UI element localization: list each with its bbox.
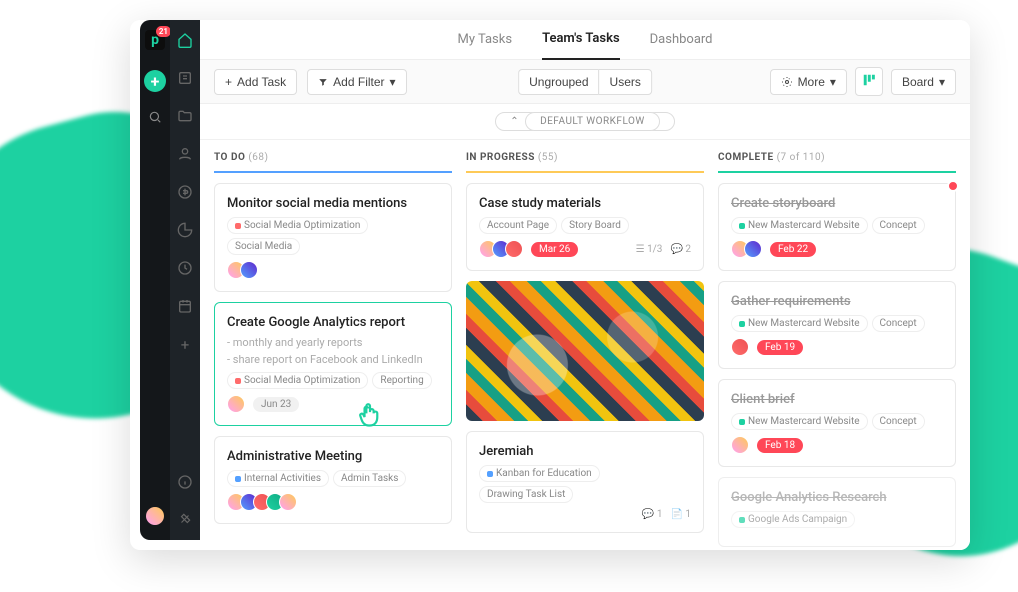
assignees xyxy=(731,436,749,454)
people-icon[interactable] xyxy=(177,146,193,166)
assignees xyxy=(731,240,762,258)
assignees xyxy=(479,240,523,258)
checklist-icon: ☰ 1/3 xyxy=(636,244,663,255)
tag: New Mastercard Website xyxy=(731,413,868,430)
col-title: COMPLETE xyxy=(718,152,774,163)
user-avatar[interactable] xyxy=(146,507,164,525)
col-count: (7 of 110) xyxy=(777,152,826,163)
projects-icon[interactable] xyxy=(177,70,193,90)
tag: Social Media xyxy=(227,238,300,255)
assignees xyxy=(227,261,258,279)
app-window: My Tasks Team's Tasks Dashboard +Add Tas… xyxy=(130,20,970,550)
home-icon[interactable] xyxy=(177,32,193,52)
tag: Concept xyxy=(872,413,925,430)
task-card[interactable]: Gather requirements New Mastercard Websi… xyxy=(718,281,956,369)
add-nav-icon[interactable]: + xyxy=(181,336,190,354)
task-card[interactable]: Google Analytics Research Google Ads Cam… xyxy=(718,477,956,547)
card-title: Administrative Meeting xyxy=(227,449,439,464)
assignees xyxy=(227,395,245,413)
clock-icon[interactable] xyxy=(177,260,193,280)
board-view-icon[interactable] xyxy=(855,67,883,96)
card-title: Gather requirements xyxy=(731,294,943,309)
card-subtitle: - monthly and yearly reports xyxy=(227,336,439,349)
comment-icon: 💬 1 xyxy=(642,509,663,520)
nav-sidebar: + xyxy=(170,20,200,540)
tag: Social Media Optimization xyxy=(227,217,368,234)
tag: Social Media Optimization xyxy=(227,372,368,389)
due-date: Feb 22 xyxy=(770,242,816,257)
due-date: Mar 26 xyxy=(531,242,578,257)
task-card[interactable]: Client brief New Mastercard Website Conc… xyxy=(718,379,956,467)
tag: Story Board xyxy=(561,217,629,234)
task-card[interactable]: Create Google Analytics report - monthly… xyxy=(214,302,452,426)
chart-icon[interactable] xyxy=(177,222,193,242)
tag: Concept xyxy=(872,315,925,332)
col-title: IN PROGRESS xyxy=(466,152,535,163)
task-image-card[interactable] xyxy=(466,281,704,421)
folder-icon[interactable] xyxy=(177,108,193,128)
tab-dashboard[interactable]: Dashboard xyxy=(650,20,713,60)
due-date: Feb 19 xyxy=(757,340,803,355)
task-card[interactable]: Administrative Meeting Internal Activiti… xyxy=(214,436,452,524)
tag: Drawing Task List xyxy=(479,486,573,503)
tag: Admin Tasks xyxy=(333,470,406,487)
comment-icon: 💬 2 xyxy=(670,244,691,255)
notification-badge: 21 xyxy=(156,26,171,37)
due-date: Jun 23 xyxy=(253,397,299,412)
card-title: Jeremiah xyxy=(479,444,691,459)
search-icon[interactable] xyxy=(148,110,162,128)
alert-badge xyxy=(947,180,959,192)
workflow-selector[interactable]: ⌃ DEFAULT WORKFLOW xyxy=(495,112,675,131)
card-title: Monitor social media mentions xyxy=(227,196,439,211)
tag: Concept xyxy=(872,217,925,234)
more-button[interactable]: More▾ xyxy=(770,69,847,95)
kanban-board: TO DO (68) Monitor social media mentions… xyxy=(200,140,970,550)
card-title: Create storyboard xyxy=(731,196,943,211)
add-filter-button[interactable]: Add Filter▾ xyxy=(307,69,406,95)
users-button[interactable]: Users xyxy=(599,69,652,95)
primary-sidebar: p 21 + xyxy=(140,20,170,540)
main-tabs: My Tasks Team's Tasks Dashboard xyxy=(200,20,970,60)
column-todo: TO DO (68) Monitor social media mentions… xyxy=(214,152,452,550)
task-card[interactable]: Case study materials Account Page Story … xyxy=(466,183,704,271)
ungrouped-button[interactable]: Ungrouped xyxy=(518,69,598,95)
tab-teams-tasks[interactable]: Team's Tasks xyxy=(542,20,620,60)
assignees xyxy=(731,338,749,356)
info-icon[interactable] xyxy=(177,474,193,494)
money-icon[interactable] xyxy=(177,184,193,204)
app-logo[interactable]: p 21 xyxy=(145,30,165,50)
column-complete: COMPLETE (7 of 110) Create storyboard Ne… xyxy=(718,152,956,550)
tag: New Mastercard Website xyxy=(731,315,868,332)
tag: Google Ads Campaign xyxy=(731,511,855,528)
col-count: (55) xyxy=(538,152,558,163)
add-button[interactable]: + xyxy=(144,70,166,92)
tag: Internal Activities xyxy=(227,470,329,487)
tag: New Mastercard Website xyxy=(731,217,868,234)
tag: Account Page xyxy=(479,217,557,234)
tab-my-tasks[interactable]: My Tasks xyxy=(457,20,512,60)
col-title: TO DO xyxy=(214,152,245,163)
tag: Reporting xyxy=(372,372,431,389)
card-title: Client brief xyxy=(731,392,943,407)
board-button[interactable]: Board▾ xyxy=(891,69,956,95)
card-title: Create Google Analytics report xyxy=(227,315,439,330)
task-card[interactable]: Jeremiah Kanban for Education Drawing Ta… xyxy=(466,431,704,533)
card-subtitle: - share report on Facebook and LinkedIn xyxy=(227,353,439,366)
card-title: Case study materials xyxy=(479,196,691,211)
add-task-button[interactable]: +Add Task xyxy=(214,69,297,95)
assignees xyxy=(227,493,297,511)
card-title: Google Analytics Research xyxy=(731,490,943,505)
task-card[interactable]: Monitor social media mentions Social Med… xyxy=(214,183,452,292)
calendar-icon[interactable] xyxy=(177,298,193,318)
col-count: (68) xyxy=(248,152,268,163)
toolbar: +Add Task Add Filter▾ Ungrouped Users Mo… xyxy=(200,60,970,104)
task-card[interactable]: Create storyboard New Mastercard Website… xyxy=(718,183,956,271)
due-date: Feb 18 xyxy=(757,438,803,453)
column-progress: IN PROGRESS (55) Case study materials Ac… xyxy=(466,152,704,550)
settings-icon[interactable] xyxy=(178,512,192,530)
tag: Kanban for Education xyxy=(479,465,600,482)
file-icon: 📄 1 xyxy=(670,509,691,520)
